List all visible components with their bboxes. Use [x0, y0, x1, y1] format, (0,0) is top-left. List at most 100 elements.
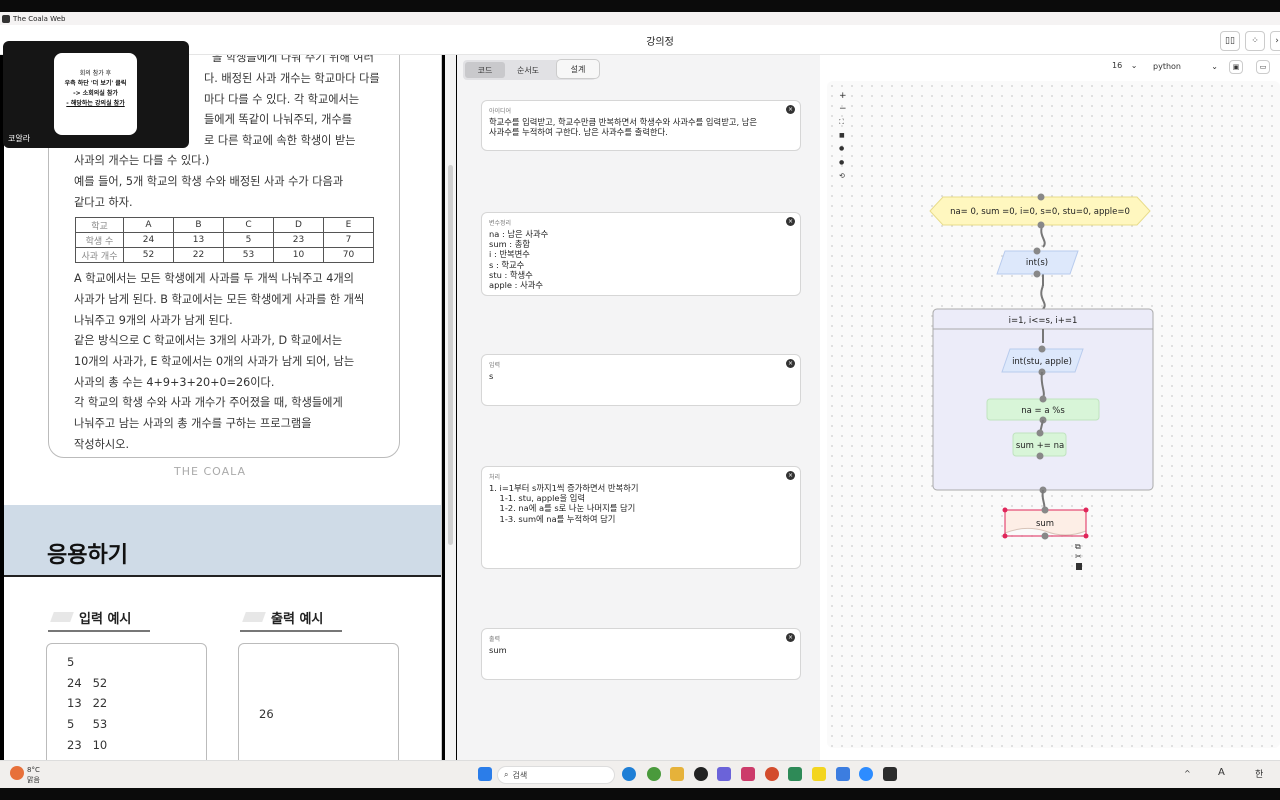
- step-textarea[interactable]: s: [489, 371, 792, 381]
- school-table: 학교 A B C D E 학생 수 24 13 5 23 7 사과 개수 52 …: [75, 217, 374, 263]
- resize-handle[interactable]: [1083, 533, 1089, 539]
- app-icon[interactable]: [717, 767, 731, 781]
- font-size-select[interactable]: 16 ⌄: [1112, 61, 1137, 70]
- language-select[interactable]: python ⌄: [1152, 59, 1220, 75]
- divider: [48, 630, 150, 632]
- handle[interactable]: [1041, 506, 1049, 514]
- tab-flowchart[interactable]: 순서도: [507, 62, 549, 78]
- trash-icon[interactable]: [1076, 563, 1082, 570]
- start-icon[interactable]: [478, 767, 492, 781]
- step-card-process[interactable]: 처리 × 1. i=1부터 s까지1씩 증가하면서 반복하기 1-1. stu,…: [481, 466, 801, 569]
- handle[interactable]: [1033, 270, 1041, 278]
- taskbar-search[interactable]: ⌕ 검색: [497, 766, 615, 784]
- output-example-box: [238, 643, 399, 760]
- left-scrollbar[interactable]: [445, 55, 456, 760]
- resize-handle[interactable]: [1002, 533, 1008, 539]
- app-icon[interactable]: [788, 767, 802, 781]
- language-value: python: [1153, 62, 1181, 71]
- step-textarea[interactable]: sum: [489, 645, 792, 655]
- doc-line: 들에게 똑같이 나눠주되, 개수를: [204, 113, 353, 126]
- handle[interactable]: [1041, 532, 1049, 540]
- step-card-input[interactable]: 입력 × s: [481, 354, 801, 406]
- app-icon[interactable]: [741, 767, 755, 781]
- input-line: 13 22: [67, 696, 108, 710]
- weather-temp: 8°C: [27, 766, 40, 774]
- search-placeholder: 검색: [512, 770, 528, 780]
- app-icon[interactable]: [836, 767, 850, 781]
- handle[interactable]: [1039, 395, 1047, 403]
- scroll-thumb[interactable]: [448, 165, 453, 545]
- start-label: na= 0, sum =0, i=0, s=0, stu=0, apple=0: [950, 207, 1130, 217]
- step-card-variables[interactable]: 변수정리 × na : 남은 사과수 sum : 총합 i : 반복변수 s :…: [481, 212, 801, 296]
- notice-card: 회의 참가 후 우측 하단 '더 보기' 클릭 -> 소회의실 참가 - 해당하…: [54, 53, 137, 135]
- step-label: 변수정리: [489, 220, 512, 227]
- step-textarea[interactable]: 1. i=1부터 s까지1씩 증가하면서 반복하기 1-1. stu, appl…: [489, 483, 792, 524]
- doc-line: 각 학교의 학생 수와 사과 개수가 주어졌을 때, 학생들에게: [74, 396, 343, 409]
- connector: [1040, 285, 1046, 310]
- weather-icon[interactable]: [10, 766, 24, 780]
- output-value: 26: [259, 707, 274, 721]
- divider: [240, 630, 342, 632]
- page-title: 강의정: [646, 37, 674, 48]
- chevron-up-icon[interactable]: ^: [1184, 769, 1191, 778]
- table-cell: 13: [173, 232, 224, 248]
- step-label: 아이디어: [489, 108, 512, 115]
- doc-line: 나눠주고 남는 사과의 총 개수를 구하는 프로그램을: [74, 417, 312, 430]
- app-icon[interactable]: [694, 767, 708, 781]
- save-icon[interactable]: ▣: [1229, 60, 1243, 74]
- app-icon[interactable]: [765, 767, 779, 781]
- table-cell: 5: [223, 232, 274, 248]
- input-line: 24 52: [67, 676, 108, 690]
- doc-line: 같다고 하자.: [74, 196, 133, 209]
- handle[interactable]: [1036, 452, 1044, 460]
- copy-icon[interactable]: ⧉: [1075, 542, 1081, 551]
- kakaotalk-icon[interactable]: [812, 767, 826, 781]
- tab-code[interactable]: 코드: [465, 62, 505, 78]
- windows-taskbar: 8°C 맑음 ⌕ 검색 ^ A 한: [0, 760, 1280, 788]
- chrome-icon[interactable]: [647, 767, 661, 781]
- step-label: 출력: [489, 636, 501, 643]
- doc-line: 사과의 개수는 다를 수 있다.): [74, 154, 210, 167]
- zoom-icon[interactable]: [859, 767, 873, 781]
- flowchart-canvas[interactable]: + − ⛶ ■ ● ● ⟲ i=1, i<=s, i+=1 na= 0, sum…: [827, 81, 1280, 748]
- grid-icon[interactable]: ⁘: [1245, 31, 1265, 51]
- layout-icon[interactable]: ▯▯: [1220, 31, 1240, 51]
- folder-icon[interactable]: [670, 767, 684, 781]
- ime-indicator[interactable]: 한: [1255, 767, 1263, 780]
- handle[interactable]: [1037, 221, 1045, 229]
- resize-handle[interactable]: [1002, 507, 1008, 513]
- participant-name: 코알라: [8, 134, 31, 143]
- handle[interactable]: [1038, 345, 1046, 353]
- step-textarea[interactable]: na : 남은 사과수 sum : 총합 i : 반복변수 s : 학교수 st…: [489, 229, 792, 290]
- close-icon[interactable]: ×: [786, 217, 795, 226]
- input-line: 5: [67, 655, 75, 669]
- handle[interactable]: [1037, 193, 1045, 201]
- step-textarea[interactable]: 학교수를 입력받고, 학교수만큼 반복하면서 학생수와 사과수를 입력받고, 남…: [489, 117, 792, 137]
- close-icon[interactable]: ×: [786, 471, 795, 480]
- doc-line: 사과의 총 수는 4+9+3+20+0=26이다.: [74, 376, 275, 389]
- edge-icon[interactable]: [622, 767, 636, 781]
- close-icon[interactable]: ×: [786, 633, 795, 642]
- close-icon[interactable]: ×: [786, 359, 795, 368]
- design-button[interactable]: 설계: [556, 59, 600, 79]
- step-card-idea[interactable]: 아이디어 × 학교수를 입력받고, 학교수만큼 반복하면서 학생수와 사과수를 …: [481, 100, 801, 151]
- more-icon[interactable]: ›: [1270, 31, 1280, 51]
- chevron-down-icon: ⌄: [1211, 62, 1218, 71]
- cut-icon[interactable]: ✂: [1075, 552, 1082, 561]
- handle[interactable]: [1033, 247, 1041, 255]
- input-label: int(s): [1026, 258, 1048, 268]
- table-row: 학교 A B C D E: [75, 217, 374, 233]
- coala-logo: THE COALA: [174, 465, 247, 478]
- input-line: 23 10: [67, 738, 108, 752]
- problem-document: 을 학생들에게 나눠 주기 위해 여러 다. 배정된 사과 개수는 학교마다 다…: [4, 55, 442, 760]
- language-indicator[interactable]: A: [1218, 767, 1225, 778]
- step-card-output[interactable]: 출력 × sum: [481, 628, 801, 680]
- close-icon[interactable]: ×: [786, 105, 795, 114]
- process-label: sum += na: [1016, 441, 1064, 451]
- app-icon[interactable]: [883, 767, 897, 781]
- folder-icon[interactable]: ▭: [1256, 60, 1270, 74]
- notice-line: - 해당하는 강의실 참가: [66, 100, 125, 107]
- handle[interactable]: [1036, 429, 1044, 437]
- video-overlay[interactable]: 회의 참가 후 우측 하단 '더 보기' 클릭 -> 소회의실 참가 - 해당하…: [3, 41, 189, 148]
- resize-handle[interactable]: [1083, 507, 1089, 513]
